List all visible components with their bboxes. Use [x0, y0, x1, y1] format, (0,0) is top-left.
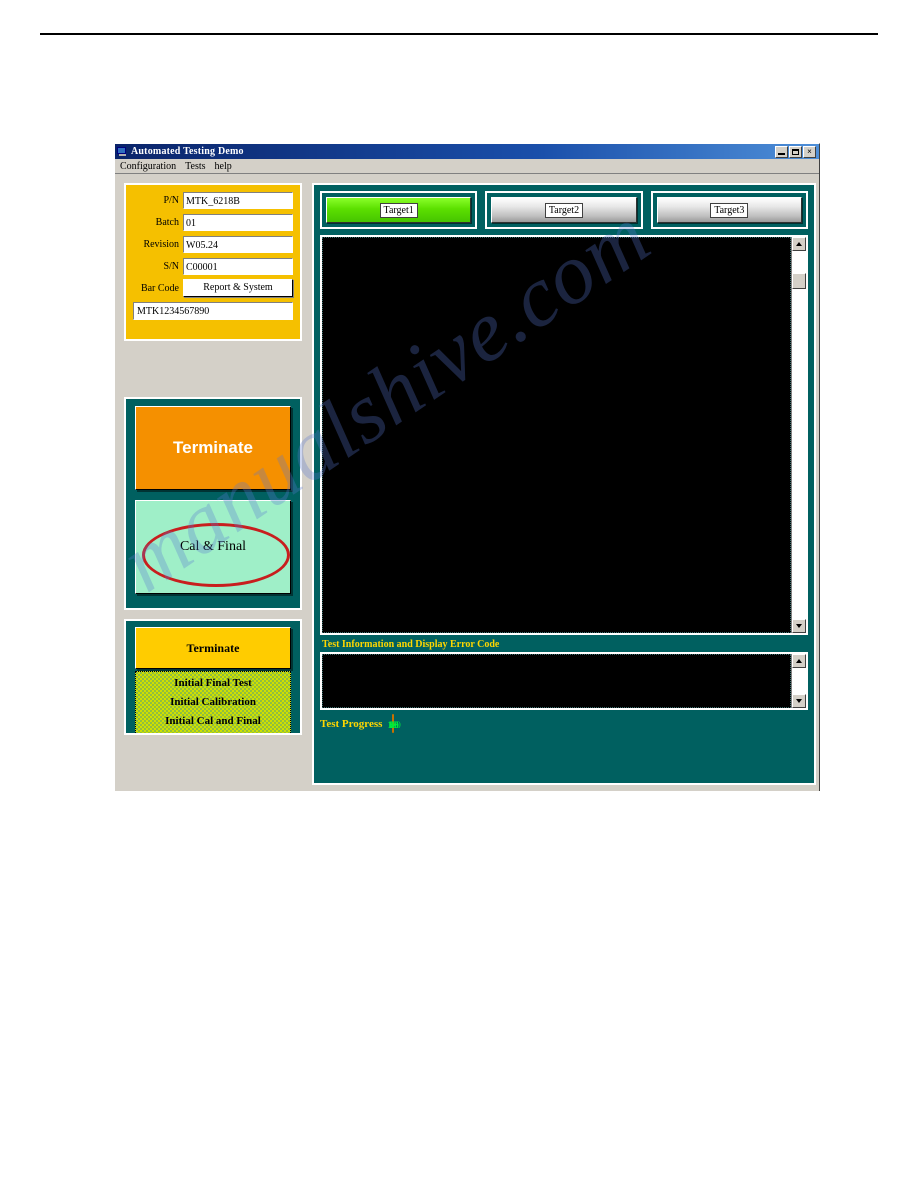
- progress-tick-label: 100: [387, 720, 401, 730]
- test-progress-row: Test Progress 0 5 10 15 20 25 30 35 40 45 50 55 60 65…: [320, 714, 808, 733]
- main-display-frame: [320, 235, 808, 635]
- highlight-ellipse-annotation: [142, 523, 290, 587]
- maximize-button[interactable]: [789, 145, 802, 158]
- revision-label: Revision: [143, 238, 179, 250]
- target3-frame: Target3: [650, 191, 808, 229]
- log-scrollbar-track[interactable]: [792, 668, 806, 694]
- barcode-label: Bar Code: [140, 282, 179, 294]
- scroll-up-arrow-icon[interactable]: [792, 237, 806, 251]
- test-progress-area: 0 5 10 15 20 25 30 35 40 45 50 55 60 65 70 75 80 85 90 95 10…: [387, 714, 808, 733]
- cal-and-final-label: Cal & Final: [179, 539, 247, 554]
- test-progress-label: Test Progress: [320, 718, 383, 730]
- field-row-sn: S/N C00001: [133, 257, 293, 275]
- scrollbar-track[interactable]: [792, 251, 806, 619]
- menu-bar: Configuration Tests help: [115, 159, 819, 174]
- batch-input[interactable]: 01: [183, 213, 293, 231]
- product-info-panel: P/N MTK_6218B Batch 01 Revision W05.24 S…: [124, 183, 302, 341]
- error-log-frame: [320, 652, 808, 710]
- terminate-button-yellow[interactable]: Terminate: [135, 627, 291, 669]
- application-window: Automated Testing Demo × Configuration T…: [114, 143, 820, 791]
- main-panel: Target1 Target2 Target3 Test Information…: [312, 183, 816, 785]
- barcode-input[interactable]: MTK1234567890: [133, 302, 293, 320]
- field-row-revision: Revision W05.24: [133, 235, 293, 253]
- target2-button[interactable]: Target2: [491, 197, 637, 223]
- error-log-scrollbar[interactable]: [791, 654, 806, 708]
- target-button-row: Target1 Target2 Target3: [320, 191, 808, 229]
- action-panel: Terminate Cal & Final: [124, 397, 302, 610]
- window-titlebar: Automated Testing Demo ×: [115, 144, 819, 159]
- menu-item-help[interactable]: help: [215, 161, 232, 172]
- field-row-pn: P/N MTK_6218B: [133, 191, 293, 209]
- menu-item-configuration[interactable]: Configuration: [120, 161, 176, 172]
- target2-frame: Target2: [485, 191, 643, 229]
- application-icon: [117, 146, 128, 157]
- list-item[interactable]: Initial Calibration: [136, 693, 290, 712]
- revision-input[interactable]: W05.24: [183, 235, 293, 253]
- scroll-down-arrow-icon[interactable]: [792, 619, 806, 633]
- target1-frame: Target1: [320, 191, 478, 229]
- page-header-rule: [40, 33, 878, 35]
- minimize-button[interactable]: [775, 145, 788, 158]
- field-row-barcode: Bar Code Report & System: [133, 279, 293, 297]
- cal-and-final-button[interactable]: Cal & Final: [135, 500, 291, 594]
- menu-item-tests[interactable]: Tests: [185, 161, 205, 172]
- list-item[interactable]: Initial Cal and Final: [136, 712, 290, 731]
- batch-label: Batch: [155, 216, 179, 228]
- window-title: Automated Testing Demo: [131, 146, 244, 157]
- target3-label: Target3: [710, 202, 749, 218]
- target1-label: Target1: [379, 202, 418, 218]
- sn-input[interactable]: C00001: [183, 257, 293, 275]
- terminate-button-orange[interactable]: Terminate: [135, 406, 291, 490]
- field-row-batch: Batch 01: [133, 213, 293, 231]
- target1-button[interactable]: Target1: [326, 197, 472, 223]
- scrollbar-thumb[interactable]: [792, 273, 806, 289]
- test-information-label: Test Information and Display Error Code: [322, 639, 500, 650]
- window-controls: ×: [775, 145, 817, 158]
- client-area: P/N MTK_6218B Batch 01 Revision W05.24 S…: [115, 175, 819, 791]
- test-selection-panel: Terminate Initial Final Test Initial Cal…: [124, 619, 302, 735]
- sn-label: S/N: [163, 260, 179, 272]
- target3-button[interactable]: Target3: [656, 197, 802, 223]
- log-scroll-down-arrow-icon[interactable]: [792, 694, 806, 708]
- list-item[interactable]: Initial Final Test: [136, 674, 290, 693]
- report-and-system-button[interactable]: Report & System: [183, 279, 293, 297]
- pn-label: P/N: [163, 194, 179, 206]
- pn-input[interactable]: MTK_6218B: [183, 191, 293, 209]
- main-display-area[interactable]: [322, 237, 791, 633]
- log-scroll-up-arrow-icon[interactable]: [792, 654, 806, 668]
- test-list[interactable]: Initial Final Test Initial Calibration I…: [135, 671, 291, 733]
- close-button[interactable]: ×: [803, 145, 816, 158]
- progress-tick: 100: [387, 715, 401, 733]
- error-log-area[interactable]: [322, 654, 791, 708]
- target2-label: Target2: [544, 202, 584, 218]
- main-display-scrollbar[interactable]: [791, 237, 806, 633]
